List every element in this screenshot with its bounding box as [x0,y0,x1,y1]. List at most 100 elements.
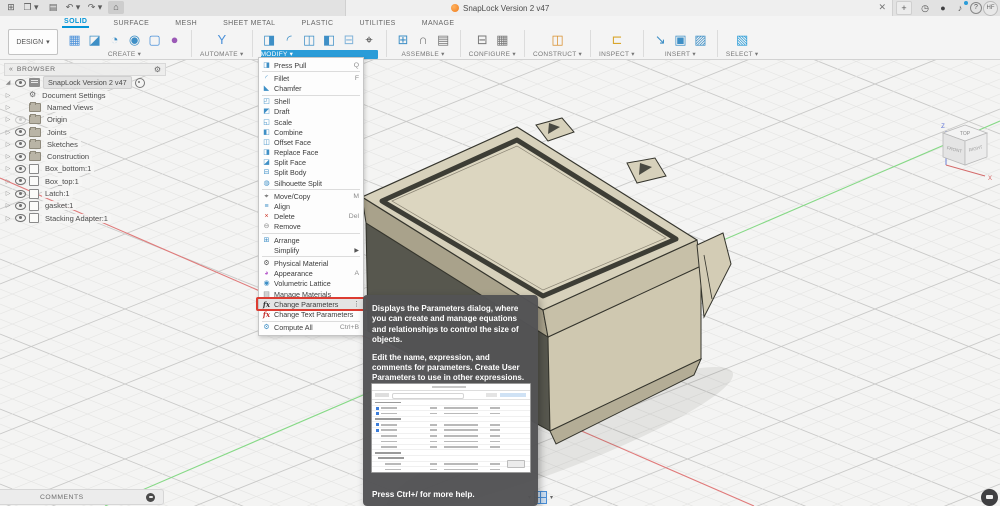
visibility-eye-icon[interactable] [15,140,26,149]
feedback-bubble[interactable] [981,489,998,506]
browser-settings-icon[interactable]: ⚙ [154,65,161,74]
browser-item-construction[interactable]: ▷ Construction [4,150,174,162]
sketch-icon[interactable]: ▦ [66,31,83,48]
config-table-icon[interactable]: ▦ [494,31,511,48]
browser-item-stacking-adapter-1[interactable]: ▷ Stacking Adapter:1 [4,212,174,224]
hole-icon[interactable]: ◉ [126,31,143,48]
bom-icon[interactable]: ▤ [435,31,452,48]
expand-icon[interactable]: ▷ [4,92,12,99]
tab-utilities[interactable]: UTILITIES [357,18,397,28]
select-icon[interactable]: ▧ [734,31,751,48]
menu-item-physical-material[interactable]: ⚙ Physical Material [259,258,363,268]
menu-item-simplify[interactable]: Simplify ▶ [259,245,363,255]
browser-item-document-settings[interactable]: ▷ ⚙ Document Settings [4,89,174,101]
activate-component-radio[interactable] [134,77,145,88]
visibility-eye-icon[interactable] [15,115,26,124]
app-grid-icon[interactable]: ⊞ [4,1,18,14]
menu-item-scale[interactable]: ◱ Scale [259,117,363,127]
menu-item-move-copy[interactable]: ⌖ Move/Copy M [259,191,363,201]
menu-item-compute-all[interactable]: ⚙ Compute All Ctrl+B [259,323,363,333]
group-label-construct[interactable]: CONSTRUCT ▾ [533,50,582,59]
browser-item-sketches[interactable]: ▷ Sketches [4,138,174,150]
expand-icon[interactable]: ▷ [4,153,12,160]
visibility-eye-icon[interactable] [15,164,26,173]
new-component-icon[interactable]: ⊞ [395,31,412,48]
save-icon[interactable]: ▤ [46,1,60,14]
menu-item-change-text-parameters[interactable]: fx Change Text Parameters [259,309,363,319]
menu-item-split-face[interactable]: ◪ Split Face [259,158,363,168]
form-icon[interactable]: ● [166,31,183,48]
menu-item-align[interactable]: ≡ Align [259,201,363,211]
menu-item-replace-face[interactable]: ◨ Replace Face [259,148,363,158]
insert-canvas-icon[interactable]: ▣ [672,31,689,48]
group-label-inspect[interactable]: INSPECT ▾ [599,50,635,59]
offset-face-icon[interactable]: ◫ [301,31,318,48]
expand-icon[interactable]: ▷ [4,178,12,185]
browser-item-joints[interactable]: ▷ Joints [4,126,174,138]
expand-icon[interactable]: ▷ [4,215,12,222]
menu-item-arrange[interactable]: ⊞ Arrange [259,235,363,245]
menu-item-chamfer[interactable]: ◣ Chamfer [259,83,363,93]
undo-icon[interactable]: ↶ ▾ [64,1,82,14]
viewcube[interactable]: TOP FRONT RIGHT Z X [933,119,997,185]
expand-icon[interactable]: ▷ [4,104,12,111]
comment-bubble-icon[interactable] [146,492,155,502]
browser-item-origin[interactable]: ▷ Origin [4,114,174,126]
home-icon[interactable]: ⌂ [108,1,124,14]
split-body-icon[interactable]: ⊟ [341,31,358,48]
job-status-icon[interactable]: ◷ [918,1,932,15]
extrude-icon[interactable]: ◪ [86,31,103,48]
revolve-icon[interactable]: ◔ [106,31,123,48]
menu-item-volumetric-lattice[interactable]: ◉ Volumetric Lattice [259,279,363,289]
visibility-eye-icon[interactable] [15,78,26,87]
tab-solid[interactable]: SOLID [62,16,90,28]
menu-item-offset-face[interactable]: ◫ Offset Face [259,137,363,147]
automate-icon[interactable]: Y [213,31,230,48]
group-label-create[interactable]: CREATE ▾ [108,50,141,59]
move-icon[interactable]: ⌖ [361,31,378,48]
insert-derive-icon[interactable]: ↘ [652,31,669,48]
expand-icon[interactable]: ▷ [4,116,12,123]
browser-item-box-bottom-1[interactable]: ▷ Box_bottom:1 [4,163,174,175]
visibility-eye-icon[interactable] [15,201,26,210]
browser-root-row[interactable]: ◢ SnapLock Version 2 v47 [4,76,174,89]
construct-plane-icon[interactable]: ◫ [549,31,566,48]
browser-header[interactable]: « BROWSER ⚙ [4,63,166,76]
expand-icon[interactable]: ◢ [4,79,12,86]
menu-item-press-pull[interactable]: ◨ Press Pull Q [259,60,363,70]
visibility-eye-icon[interactable] [15,214,26,223]
fillet-icon[interactable]: ◜ [281,31,298,48]
workspace-selector[interactable]: DESIGN ▾ [8,29,58,55]
collapse-panel-icon[interactable]: « [9,66,13,73]
tab-surface[interactable]: SURFACE [111,18,151,28]
expand-icon[interactable]: ▷ [4,190,12,197]
extensions-icon[interactable]: ● [936,1,950,15]
notifications-icon[interactable]: ♪ [953,1,968,15]
press-pull-icon[interactable]: ◨ [261,31,278,48]
expand-icon[interactable]: ▷ [4,129,12,136]
visibility-eye-icon[interactable] [15,189,26,198]
joint-icon[interactable]: ∩ [415,31,432,48]
overflow-icon[interactable]: ⋮ [353,300,360,308]
visibility-eye-icon[interactable] [15,177,26,186]
menu-item-manage-materials[interactable]: ▤ Manage Materials [259,289,363,299]
group-label-automate[interactable]: AUTOMATE ▾ [200,50,244,59]
tab-sheet-metal[interactable]: SHEET METAL [221,18,277,28]
user-avatar[interactable]: HF [983,1,998,16]
group-label-insert[interactable]: INSERT ▾ [665,50,696,59]
close-tab-icon[interactable]: ✕ [878,2,886,13]
insert-image-icon[interactable]: ▨ [692,31,709,48]
group-label-configure[interactable]: CONFIGURE ▾ [469,50,516,59]
menu-item-appearance[interactable]: ◕ Appearance A [259,269,363,279]
group-label-assemble[interactable]: ASSEMBLE ▾ [402,50,445,59]
file-new-icon[interactable]: ❐ ▾ [22,1,40,14]
help-icon[interactable]: ? [970,2,982,14]
expand-icon[interactable]: ▷ [4,141,12,148]
pattern-icon[interactable]: ▢ [146,31,163,48]
browser-item-named-views[interactable]: ▷ Named Views [4,101,174,113]
tab-manage[interactable]: MANAGE [420,18,457,28]
expand-icon[interactable]: ▷ [4,202,12,209]
menu-item-combine[interactable]: ◧ Combine [259,127,363,137]
redo-icon[interactable]: ↷ ▾ [86,1,104,14]
menu-item-split-body[interactable]: ⊟ Split Body [259,168,363,178]
